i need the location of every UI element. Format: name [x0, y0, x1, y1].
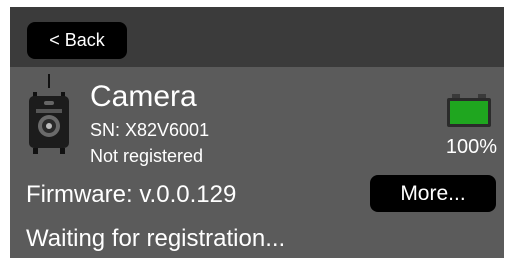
header-bar: < Back: [10, 7, 504, 67]
trail-camera-icon: [24, 74, 74, 156]
battery-icon: [446, 94, 492, 128]
firmware-version: Firmware: v.0.0.129: [26, 181, 237, 208]
more-button[interactable]: More...: [370, 175, 496, 212]
battery-fill: [450, 101, 488, 124]
battery-percent: 100%: [445, 136, 497, 158]
device-screen: < Back Camera SN: X82V6001 Not registere…: [10, 7, 504, 258]
registration-status: Not registered: [90, 146, 204, 166]
back-button[interactable]: < Back: [27, 22, 127, 59]
serial-number: SN: X82V6001: [90, 120, 210, 140]
registration-progress-status: Waiting for registration...: [26, 225, 286, 252]
device-name: Camera: [90, 80, 197, 113]
